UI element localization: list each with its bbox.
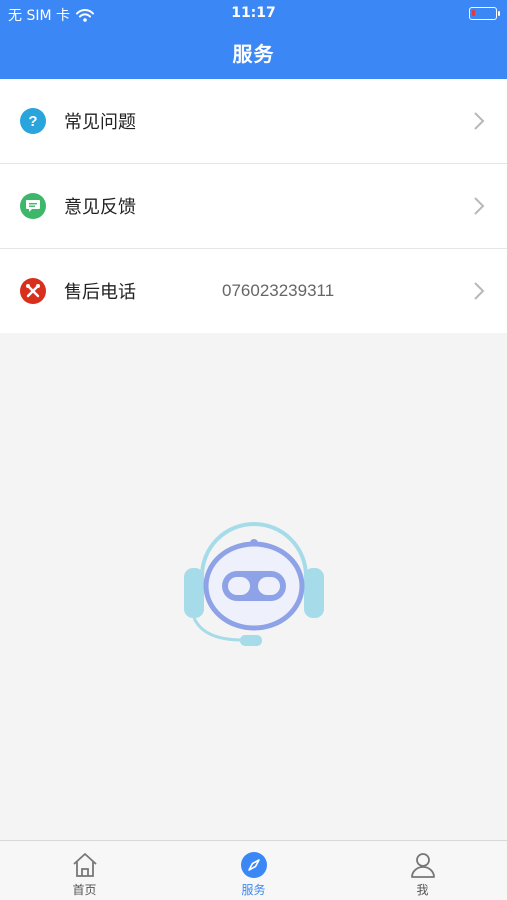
menu-item-label: 售后电话 (64, 282, 136, 303)
hotline-number[interactable]: 076023239311 (222, 281, 334, 301)
tab-label: 我 (416, 883, 429, 897)
chat-bubble-icon (20, 193, 46, 219)
battery-level (472, 10, 475, 16)
tools-icon (20, 278, 46, 304)
battery-icon (469, 7, 500, 20)
tab-bar: 首页 服务 我 (0, 840, 507, 900)
menu-item-faq[interactable]: ? 常见问题 (0, 79, 507, 164)
menu-item-hotline[interactable]: 售后电话 076023239311 (0, 249, 507, 333)
question-circle-icon: ? (20, 108, 46, 134)
chevron-right-icon (474, 112, 485, 130)
chevron-right-icon (474, 197, 485, 215)
home-icon (72, 853, 97, 877)
service-menu: ? 常见问题 意见反馈 售后电话 076023239311 (0, 79, 507, 333)
app-header: 无 SIM 卡 11:17 服务 (0, 0, 507, 79)
menu-item-label: 常见问题 (64, 112, 136, 133)
menu-item-feedback[interactable]: 意见反馈 (0, 164, 507, 249)
page-title: 服务 (232, 42, 275, 66)
status-bar: 无 SIM 卡 11:17 (0, 0, 507, 28)
chevron-right-icon (474, 282, 485, 300)
tab-label: 服务 (241, 883, 266, 897)
tab-me[interactable]: 我 (338, 841, 507, 900)
status-time: 11:17 (231, 5, 276, 21)
customer-service-robot-icon (184, 522, 324, 646)
tab-label: 首页 (72, 883, 97, 897)
menu-item-label: 意见反馈 (64, 197, 136, 218)
user-icon (410, 853, 435, 878)
compass-icon (240, 852, 267, 878)
tab-service[interactable]: 服务 (169, 841, 338, 900)
tab-home[interactable]: 首页 (0, 841, 169, 900)
